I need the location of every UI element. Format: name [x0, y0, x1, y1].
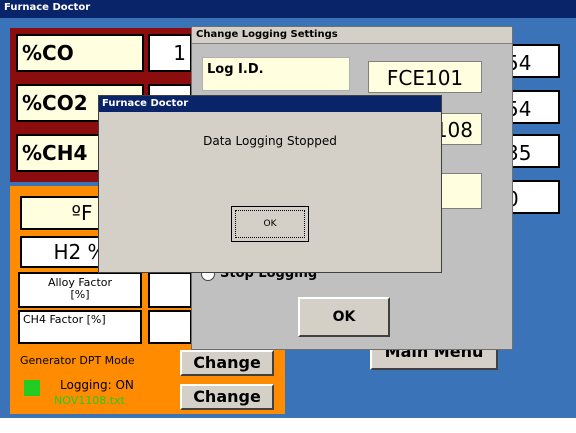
ch4-factor-label: CH4 Factor [%]: [18, 310, 142, 344]
logging-settings-title: Change Logging Settings: [196, 29, 338, 40]
dpt-mode-change-button[interactable]: Change: [180, 350, 274, 376]
log-id-label: Log I.D.: [202, 57, 350, 91]
message-box-ok-button[interactable]: OK: [231, 206, 309, 242]
window-title: Furnace Doctor: [4, 2, 91, 13]
message-box-title: Furnace Doctor: [102, 98, 189, 109]
dpt-mode-label: Generator DPT Mode: [20, 354, 135, 367]
alloy-factor-input[interactable]: [148, 272, 192, 308]
logging-settings-ok-button[interactable]: OK: [298, 297, 390, 337]
message-box-title-bar: Furnace Doctor: [99, 96, 441, 112]
co-value: 1: [148, 34, 192, 72]
logging-status-label: Logging: ON: [60, 378, 134, 392]
logging-change-button[interactable]: Change: [180, 384, 274, 410]
ch4-factor-input[interactable]: [148, 310, 192, 344]
log-file-name: NOV1108.txt: [54, 394, 125, 407]
logging-settings-title-bar: Change Logging Settings: [192, 27, 512, 44]
message-box-text: Data Logging Stopped: [203, 134, 337, 148]
main-window: Furnace Doctor %CO 1 %CO2 %CH4 54 54 35 …: [0, 0, 576, 418]
title-bar: Furnace Doctor: [0, 0, 576, 18]
message-box-ok-label: OK: [235, 210, 305, 238]
message-box: Furnace Doctor Data Logging Stopped OK: [98, 95, 442, 273]
co-label: %CO: [16, 34, 144, 72]
log-id-value[interactable]: FCE101: [368, 61, 482, 93]
alloy-factor-label: Alloy Factor [%]: [18, 272, 142, 308]
logging-status-indicator: [24, 380, 40, 396]
